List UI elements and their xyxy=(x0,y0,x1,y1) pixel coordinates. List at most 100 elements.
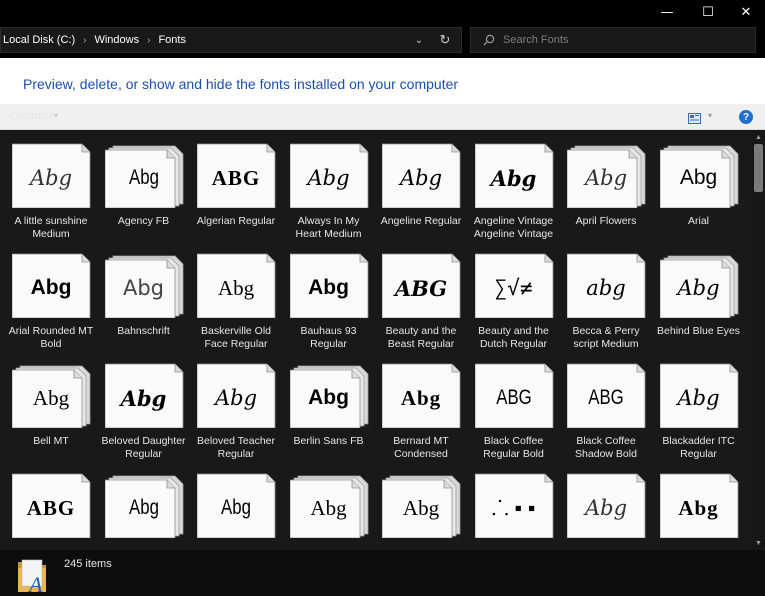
font-sample-text: Abg xyxy=(29,166,73,190)
font-item[interactable]: ABG Black Coffee Regular Bold xyxy=(471,360,564,470)
font-item[interactable]: Abg Arial xyxy=(656,140,749,250)
font-sample-text: Abg xyxy=(221,496,251,519)
font-name: Bauhaus 93 Regular xyxy=(300,325,357,350)
font-name: Beauty and the Dutch Regular xyxy=(478,325,549,350)
font-preview-icon: Abg xyxy=(289,362,368,428)
font-item[interactable]: abg Becca & Perry script Medium xyxy=(563,250,656,360)
command-bar: Organize ▾ ▾ ? xyxy=(0,104,765,130)
refresh-icon[interactable]: ↻ xyxy=(437,32,453,48)
breadcrumb-separator-icon[interactable]: › xyxy=(77,35,92,46)
font-sample-text: Abg xyxy=(308,386,349,409)
font-preview-icon: Abg xyxy=(382,142,461,208)
font-sample-text: Abg xyxy=(400,385,442,410)
font-item[interactable]: ABG xyxy=(8,470,101,550)
font-name: Agency FB xyxy=(117,215,170,227)
font-item[interactable]: Abg Bahnschrift xyxy=(101,250,194,360)
font-item[interactable]: ABG Beauty and the Beast Regular xyxy=(378,250,471,360)
font-item[interactable]: Abg Baskerville Old Face Regular xyxy=(193,250,286,360)
font-item[interactable]: ∑√≠ Beauty and the Dutch Regular xyxy=(471,250,564,360)
maximize-icon: ☐ xyxy=(702,4,714,20)
font-sample-text: Abg xyxy=(677,386,720,410)
scrollbar-thumb[interactable] xyxy=(754,144,763,192)
view-dropdown-icon[interactable]: ▾ xyxy=(708,111,712,120)
font-item[interactable]: ABG Black Coffee Shadow Bold xyxy=(563,360,656,470)
font-list: Abg A little sunshine Medium Abg Agency FB A… xyxy=(0,130,752,550)
font-sample-text: Abg xyxy=(214,386,258,410)
font-preview-icon: Abg xyxy=(659,472,738,538)
font-sample-text: Abg xyxy=(128,496,159,519)
font-preview-icon: Abg xyxy=(12,252,91,318)
font-sample-text: ⸫ ▪ ▪ xyxy=(491,497,536,520)
font-preview-icon: ⸫ ▪ ▪ xyxy=(474,472,553,538)
font-item[interactable]: Abg Angeline Vintage Angeline Vintage xyxy=(471,140,564,250)
font-name: Black Coffee Shadow Bold xyxy=(575,435,637,460)
font-sample-text: Abg xyxy=(122,276,165,300)
breadcrumb-fonts[interactable]: Fonts xyxy=(156,34,188,46)
font-sample-text: abg xyxy=(586,276,626,300)
breadcrumb-separator-icon[interactable]: › xyxy=(141,35,156,46)
search-box[interactable] xyxy=(470,27,756,53)
font-name: Bell MT xyxy=(33,435,69,447)
address-field[interactable]: Local Disk (C:) › Windows › Fonts ⌄ ↻ xyxy=(0,27,462,53)
font-preview-icon: Abg xyxy=(474,142,553,208)
svg-text:A: A xyxy=(27,572,43,594)
font-sample-text: ABG xyxy=(211,165,261,190)
breadcrumb-windows[interactable]: Windows xyxy=(92,34,141,46)
font-item[interactable]: Abg xyxy=(563,470,656,550)
font-preview-icon: ABG xyxy=(474,362,553,428)
font-item[interactable]: Abg xyxy=(193,470,286,550)
font-sample-text: Abg xyxy=(402,495,440,520)
font-preview-icon: Abg xyxy=(659,252,738,318)
font-item[interactable]: Abg Beloved Teacher Regular xyxy=(193,360,286,470)
font-preview-icon: Abg xyxy=(12,362,91,428)
organize-dropdown-icon[interactable]: ▾ xyxy=(54,111,58,120)
scroll-up-icon[interactable]: ▲ xyxy=(752,131,765,143)
help-icon[interactable]: ? xyxy=(739,110,753,124)
font-preview-icon: ABG xyxy=(382,252,461,318)
font-preview-icon: ∑√≠ xyxy=(474,252,553,318)
maximize-button[interactable]: ☐ xyxy=(689,0,727,24)
font-item[interactable]: Abg Agency FB xyxy=(101,140,194,250)
font-sample-text: Abg xyxy=(128,166,159,189)
breadcrumb-local-disk[interactable]: Local Disk (C:) xyxy=(1,34,77,46)
close-button[interactable]: ✕ xyxy=(727,0,765,24)
address-history-dropdown-icon[interactable]: ⌄ xyxy=(411,32,427,48)
vertical-scrollbar[interactable]: ▲ ▼ xyxy=(752,130,765,550)
font-item[interactable]: Abg April Flowers xyxy=(563,140,656,250)
organize-button[interactable]: Organize xyxy=(10,110,55,122)
font-item[interactable]: Abg Bernard MT Condensed xyxy=(378,360,471,470)
font-name: Beloved Daughter Regular xyxy=(101,435,186,460)
search-input[interactable] xyxy=(503,34,743,46)
font-item[interactable]: Abg Beloved Daughter Regular xyxy=(101,360,194,470)
font-name: Always In My Heart Medium xyxy=(295,215,362,240)
scroll-down-icon[interactable]: ▼ xyxy=(752,537,765,549)
minimize-icon: — xyxy=(660,4,674,20)
minimize-button[interactable]: — xyxy=(648,0,686,24)
font-name: Becca & Perry script Medium xyxy=(572,325,640,350)
font-item[interactable]: Abg Behind Blue Eyes xyxy=(656,250,749,360)
view-options-icon[interactable] xyxy=(688,111,701,129)
font-preview-icon: Abg xyxy=(382,362,461,428)
close-icon: ✕ xyxy=(740,4,752,20)
font-sample-text: Abg xyxy=(399,166,443,190)
font-item[interactable]: Abg xyxy=(378,470,471,550)
font-item[interactable]: Abg xyxy=(656,470,749,550)
font-item[interactable]: Abg Always In My Heart Medium xyxy=(286,140,379,250)
font-item[interactable]: Abg Bauhaus 93 Regular xyxy=(286,250,379,360)
font-item[interactable]: Abg Arial Rounded MT Bold xyxy=(8,250,101,360)
font-item[interactable]: Abg Blackadder ITC Regular xyxy=(656,360,749,470)
font-grid: Abg A little sunshine Medium Abg Agency FB A… xyxy=(8,140,748,550)
font-sample-text: Abg xyxy=(307,166,350,190)
font-item[interactable]: Abg Berlin Sans FB xyxy=(286,360,379,470)
font-preview-icon: Abg xyxy=(567,472,646,538)
font-name: Arial xyxy=(687,215,709,227)
font-item[interactable]: Abg xyxy=(286,470,379,550)
font-item[interactable]: Abg Angeline Regular xyxy=(378,140,471,250)
font-item[interactable]: ⸫ ▪ ▪ xyxy=(471,470,564,550)
font-item[interactable]: ABG Algerian Regular xyxy=(193,140,286,250)
font-item[interactable]: Abg Bell MT xyxy=(8,360,101,470)
info-banner: Preview, delete, or show and hide the fo… xyxy=(0,58,765,104)
font-item[interactable]: Abg xyxy=(101,470,194,550)
font-sample-text: Abg xyxy=(32,385,70,410)
font-item[interactable]: Abg A little sunshine Medium xyxy=(8,140,101,250)
